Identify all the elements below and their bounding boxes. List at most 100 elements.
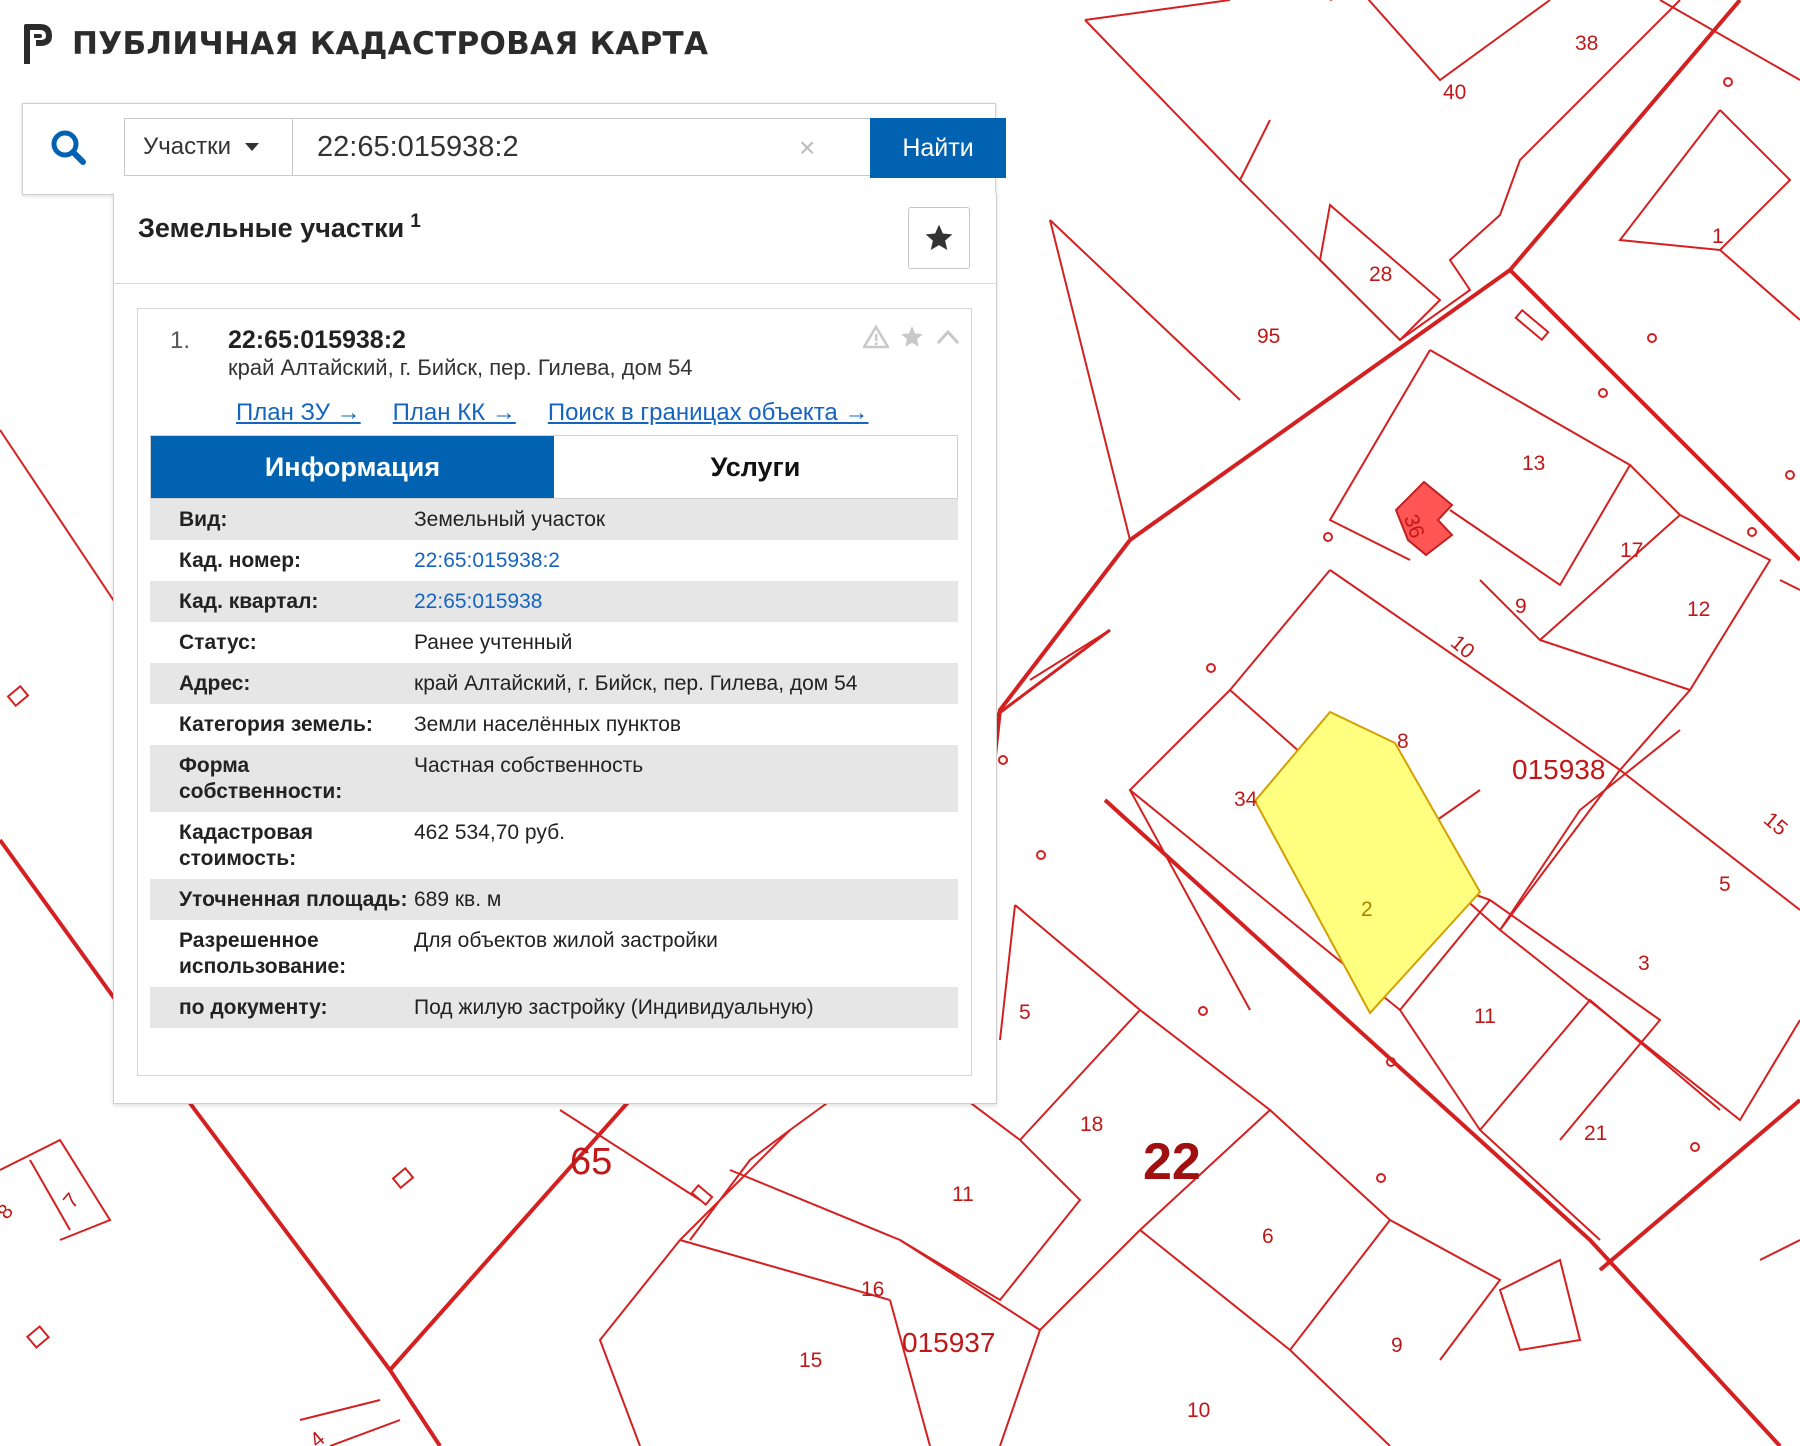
map-label: 1 bbox=[1712, 225, 1724, 248]
info-row: Вид: Земельный участок bbox=[150, 499, 958, 540]
search-type-label: Участки bbox=[143, 133, 231, 160]
info-value: Ранее учтенный bbox=[414, 631, 573, 654]
map-label: 6 bbox=[1262, 1225, 1274, 1248]
info-key: Уточненная площадь: bbox=[179, 888, 408, 911]
search-bar: Участки 22:65:015938:2 × Найти bbox=[22, 103, 1006, 195]
result-address: край Алтайский, г. Бийск, пер. Гилева, д… bbox=[228, 355, 693, 380]
info-key: Форма собственности: bbox=[179, 754, 343, 803]
info-key: Категория земель: bbox=[179, 713, 373, 736]
star-icon[interactable] bbox=[898, 323, 926, 351]
result-cadastral-number[interactable]: 22:65:015938:2 bbox=[228, 326, 406, 355]
info-key: по документу: bbox=[179, 996, 328, 1019]
map-label: 15 bbox=[1759, 808, 1792, 841]
info-row: Кад. номер: 22:65:015938:2 bbox=[150, 540, 958, 581]
info-key: Кадастровая стоимость: bbox=[179, 821, 313, 870]
map-label: 28 bbox=[1369, 263, 1392, 286]
map-label: 65 bbox=[570, 1141, 612, 1183]
map-label: 21 bbox=[1584, 1122, 1607, 1145]
map-label: 10 bbox=[1446, 631, 1479, 664]
tab-information[interactable]: Информация bbox=[151, 436, 554, 498]
map-label: 40 bbox=[1443, 81, 1466, 104]
app-title: ПУБЛИЧНАЯ КАДАСТРОВАЯ КАРТА bbox=[72, 26, 709, 62]
map-label: 3 bbox=[1638, 952, 1650, 975]
info-value: Земельный участок bbox=[414, 508, 606, 531]
map-label: 8 bbox=[1397, 730, 1409, 753]
clear-icon[interactable]: × bbox=[799, 134, 815, 162]
info-row: Уточненная площадь: 689 кв. м bbox=[150, 879, 958, 920]
map-label: 12 bbox=[1687, 598, 1710, 621]
info-row: Кадастровая стоимость: 462 534,70 руб. bbox=[150, 812, 958, 879]
result-index: 1. bbox=[170, 327, 191, 354]
panel-title: Земельные участки 1 bbox=[138, 211, 421, 244]
plan-zu-link[interactable]: План ЗУ → bbox=[236, 399, 361, 427]
info-table: Вид: Земельный участок Кад. номер: 22:65… bbox=[150, 499, 958, 1028]
info-row: по документу: Под жилую застройку (Индив… bbox=[150, 987, 958, 1028]
info-value: Земли населённых пунктов bbox=[414, 713, 682, 736]
chevron-up-icon[interactable] bbox=[934, 323, 962, 351]
info-key: Кад. номер: bbox=[179, 549, 302, 572]
info-key: Адрес: bbox=[179, 672, 251, 695]
results-count: 1 bbox=[410, 211, 421, 232]
map-label: 11 bbox=[952, 1183, 974, 1206]
favorites-button[interactable] bbox=[908, 207, 970, 269]
map-label: 13 bbox=[1522, 452, 1545, 475]
map-label: 17 bbox=[1620, 539, 1643, 562]
chevron-down-icon bbox=[245, 143, 259, 151]
map-label: 5 bbox=[1719, 873, 1731, 896]
info-key: Разрешенное использование: bbox=[179, 929, 347, 978]
map-label: 4 bbox=[306, 1427, 330, 1446]
star-icon bbox=[925, 224, 953, 250]
info-row: Разрешенное использование: Для объектов … bbox=[150, 920, 958, 987]
search-type-select[interactable]: Участки bbox=[124, 118, 292, 176]
map-label: 15 bbox=[799, 1349, 822, 1372]
info-key: Вид: bbox=[179, 508, 228, 531]
info-value: 462 534,70 руб. bbox=[414, 821, 565, 844]
info-value: Под жилую застройку (Индивидуальную) bbox=[414, 996, 814, 1019]
tab-services[interactable]: Услуги bbox=[554, 436, 957, 498]
search-in-bounds-link[interactable]: Поиск в границах объекта → bbox=[548, 399, 869, 427]
cadastral-quarter-link[interactable]: 22:65:015938 bbox=[414, 589, 958, 615]
info-row: Адрес: край Алтайский, г. Бийск, пер. Ги… bbox=[150, 663, 958, 704]
cadastral-number-link[interactable]: 22:65:015938:2 bbox=[414, 548, 958, 574]
map-label: 2 bbox=[1361, 898, 1373, 921]
search-icon[interactable] bbox=[49, 128, 89, 168]
map-label: 8 bbox=[0, 1200, 18, 1224]
info-key: Статус: bbox=[179, 631, 257, 654]
map-label: 18 bbox=[1080, 1113, 1103, 1136]
map-label: 9 bbox=[1391, 1334, 1403, 1357]
plan-kk-link[interactable]: План КК → bbox=[393, 399, 516, 427]
map-label: 34 bbox=[1234, 788, 1258, 811]
search-input[interactable]: 22:65:015938:2 bbox=[292, 118, 872, 176]
info-row: Кад. квартал: 22:65:015938 bbox=[150, 581, 958, 622]
find-button[interactable]: Найти bbox=[870, 118, 1006, 178]
warning-icon[interactable] bbox=[862, 323, 890, 351]
result-links: План ЗУ → План КК → Поиск в границах объ… bbox=[236, 399, 868, 427]
info-row: Категория земель: Земли населённых пункт… bbox=[150, 704, 958, 745]
rosreestr-logo-icon bbox=[22, 22, 54, 66]
info-row: Форма собственности: Частная собственнос… bbox=[150, 745, 958, 812]
panel-divider bbox=[114, 283, 996, 284]
result-card: 1. 22:65:015938:2 край Алтайский, г. Бий… bbox=[137, 308, 972, 1076]
app-header: ПУБЛИЧНАЯ КАДАСТРОВАЯ КАРТА bbox=[22, 22, 708, 66]
info-value: край Алтайский, г. Бийск, пер. Гилева, д… bbox=[414, 672, 858, 695]
result-tabs: Информация Услуги bbox=[150, 435, 958, 499]
map-label: 16 bbox=[861, 1278, 884, 1301]
map-label: 22 bbox=[1143, 1133, 1201, 1191]
map-label: 11 bbox=[1474, 1005, 1496, 1028]
map-label: 9 bbox=[1515, 595, 1527, 618]
info-key: Кад. квартал: bbox=[179, 590, 319, 613]
info-value: Частная собственность bbox=[414, 754, 644, 777]
map-label: 5 bbox=[1019, 1001, 1031, 1024]
info-value: Для объектов жилой застройки bbox=[414, 929, 718, 952]
map-label: 95 bbox=[1257, 325, 1280, 348]
map-label: 7 bbox=[59, 1189, 84, 1213]
map-label: 10 bbox=[1187, 1399, 1210, 1422]
map-label: 015937 bbox=[902, 1327, 995, 1358]
search-query-text: 22:65:015938:2 bbox=[317, 130, 519, 163]
card-actions bbox=[862, 323, 962, 351]
map-label: 38 bbox=[1575, 32, 1598, 55]
map-label: 015938 bbox=[1512, 754, 1605, 785]
panel-title-text: Земельные участки bbox=[138, 213, 405, 243]
info-value: 689 кв. м bbox=[414, 888, 502, 911]
info-row: Статус: Ранее учтенный bbox=[150, 622, 958, 663]
